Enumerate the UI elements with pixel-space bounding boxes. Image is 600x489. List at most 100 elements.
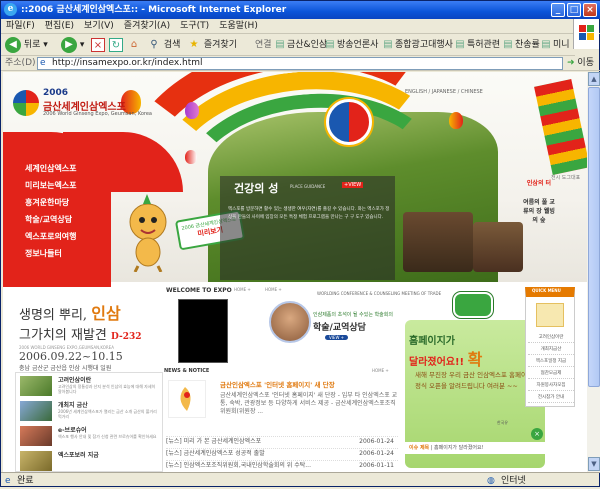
menu-help[interactable]: 도움말(H) bbox=[214, 19, 263, 34]
video-player[interactable] bbox=[178, 299, 228, 363]
nav-item-academic[interactable]: 학술/교역상담 bbox=[25, 211, 77, 228]
menu-bar: 파일(F) 편집(E) 보기(V) 즐겨찾기(A) 도구(T) 도움말(H) bbox=[1, 19, 600, 34]
refresh-button[interactable]: ↻ bbox=[109, 36, 123, 54]
promo-bar: 이슈 제목 | 홈페이지가 달라졌어요! bbox=[405, 442, 545, 454]
consult-view-button[interactable]: VIEW + bbox=[325, 335, 349, 340]
stop-button[interactable]: × bbox=[91, 36, 105, 54]
close-button[interactable]: × bbox=[583, 3, 597, 17]
dday-slogan-b: 인삼 bbox=[91, 304, 121, 323]
promo-line1: 홈페이지가 bbox=[409, 336, 455, 347]
nav-item-preview[interactable]: 미리보는엑스포 bbox=[25, 177, 77, 194]
consult-subtitle: 인삼제품의 초석이 될 수있는 학술회의 bbox=[313, 312, 393, 318]
hero-banner: 2006 금산세계인삼엑스포 2006 World Ginseng Expo, … bbox=[3, 72, 587, 295]
star-icon: ★ bbox=[189, 38, 199, 50]
link-patent[interactable]: ▤ 특허관련 bbox=[453, 36, 500, 54]
dday-slogan-c: 그가치의 재발견 bbox=[19, 328, 107, 343]
ginseng-thumbnail bbox=[20, 376, 52, 396]
news-row[interactable]: [뉴스] 금산세계인삼엑스포 성공적 출발 2006-01-24 bbox=[166, 448, 398, 458]
address-bar: 주소(D) e http://insamexpo.or.kr/index.htm… bbox=[1, 56, 600, 71]
menu-tools[interactable]: 도구(T) bbox=[175, 19, 214, 34]
go-arrow-icon: ➜ bbox=[567, 58, 575, 68]
logo-subtitle: 2006 World Ginseng Expo, Geumsan, Korea bbox=[43, 111, 152, 117]
guide-view-button[interactable]: +VIEW bbox=[342, 182, 364, 188]
welcome-home-link[interactable]: HOME + bbox=[234, 287, 251, 292]
home-button[interactable]: ⌂ bbox=[127, 36, 141, 54]
expo-logo-icon bbox=[168, 380, 206, 418]
news-row[interactable]: [뉴스] 미리 가 본 금산세계인삼엑스포 2006-01-24 bbox=[166, 436, 398, 446]
taegeuk-emblem-icon bbox=[326, 99, 372, 145]
maximize-button[interactable]: □ bbox=[567, 3, 581, 17]
link-geumsan[interactable]: ▤ 금산&인삼 bbox=[273, 36, 327, 54]
scroll-up-icon[interactable]: ▲ bbox=[588, 72, 600, 86]
ie-logo-icon: e bbox=[4, 3, 17, 16]
side-item-geumsan[interactable]: 개최지 금산 2006년 세계인삼엑스포가 열리는 금산 소개 금산의 볼거리 먹… bbox=[16, 398, 164, 422]
logo-year: 2006 bbox=[43, 88, 69, 98]
consult-title[interactable]: 학술/교역상담 bbox=[313, 320, 366, 333]
expo-thumbnail bbox=[20, 451, 52, 471]
nav-item-info[interactable]: 정보나들터 bbox=[25, 245, 77, 262]
dday-dates: 2006.09.22~10.15 bbox=[19, 350, 123, 363]
favorites-button[interactable]: ★ 즐겨찾기 bbox=[187, 36, 237, 54]
search-icon: ⚲ bbox=[150, 38, 158, 50]
side-item-brochure[interactable]: e-브로슈어 엑스포 행사 안내 및 참가 신청 관련 브로슈어를 확인하세요 bbox=[16, 423, 164, 447]
quick-item[interactable]: 협찬모금제 bbox=[528, 369, 574, 379]
close-icon[interactable]: × bbox=[531, 428, 543, 440]
promo-line2: 달라졌어요!! 확 bbox=[409, 350, 483, 369]
language-links[interactable]: ENGLISH / JAPANESE / CHINESE bbox=[405, 89, 483, 95]
refresh-icon: ↻ bbox=[109, 37, 123, 52]
quick-item[interactable]: 개최지금산 bbox=[528, 345, 574, 355]
minimize-button[interactable]: _ bbox=[551, 3, 565, 17]
quick-item[interactable]: 고려인삼이란 bbox=[528, 333, 574, 343]
page-icon: ▤ bbox=[383, 38, 393, 50]
sign-wellbeing[interactable]: 여름의 풀 교류의 장 웰빙의 숲 bbox=[521, 198, 557, 225]
back-arrow-icon: ◀ bbox=[5, 36, 21, 53]
news-feature-title: 금산인삼엑스포 '인터넷 홈페이지' 새 단장 bbox=[220, 381, 335, 389]
sign-ginseng[interactable]: 인삼의 터 bbox=[519, 179, 559, 188]
nav-item-travel[interactable]: 엑스포로의여행 bbox=[25, 228, 77, 245]
balloon-icon bbox=[185, 150, 197, 164]
link-hymn[interactable]: ▤ 찬송률 bbox=[501, 36, 540, 54]
menu-favorites[interactable]: 즐겨찾기(A) bbox=[119, 19, 175, 34]
menu-view[interactable]: 보기(V) bbox=[79, 19, 119, 34]
tv-icon bbox=[453, 292, 493, 318]
site-logo[interactable]: 2006 금산세계인삼엑스포 2006 World Ginseng Expo, … bbox=[13, 88, 152, 128]
news-row[interactable]: [뉴스] 인삼엑스포조직위원회,국내인삼학술회의 위 수탁... 2006-01-… bbox=[166, 460, 398, 470]
windows-logo-icon bbox=[573, 19, 599, 49]
scroll-down-icon[interactable]: ▼ bbox=[588, 457, 600, 471]
colorful-signpost bbox=[534, 79, 587, 175]
quick-item[interactable]: 엑스포일정 지금 bbox=[528, 357, 574, 367]
forward-button[interactable]: ▶ ▾ bbox=[61, 36, 84, 54]
promo-note: 새해 무진장 우리 금산 인삼엑스포 홈페이지 정식 오픈을 알려드립니다 여러… bbox=[415, 371, 533, 390]
nav-item-festival[interactable]: 흥겨운한마당 bbox=[25, 194, 77, 211]
search-button[interactable]: ⚲ 검색 bbox=[147, 36, 180, 54]
promo-signature: 한국유 bbox=[497, 420, 509, 425]
stop-icon: × bbox=[91, 37, 105, 52]
nav-item-world-expo[interactable]: 세계인삼엑스포 bbox=[25, 160, 77, 177]
menu-edit[interactable]: 편집(E) bbox=[40, 19, 79, 34]
address-input[interactable]: e http://insamexpo.or.kr/index.html bbox=[37, 57, 563, 70]
side-item-ginseng[interactable]: 고려인삼이란 고려인삼의 정통성과 산지 분석 인삼의 효능에 대해 자세히 알아… bbox=[16, 373, 164, 397]
links-label: 연결 bbox=[255, 40, 272, 50]
quick-item[interactable]: 자원봉사자모집 bbox=[528, 381, 574, 391]
side-item-expo-now[interactable]: 엑스포보러 지금 bbox=[16, 448, 164, 472]
page-content: 2006 금산세계인삼엑스포 2006 World Ginseng Expo, … bbox=[3, 72, 587, 472]
link-advertising[interactable]: ▤ 종합광고대행사 bbox=[381, 36, 453, 54]
brochure-thumbnail bbox=[20, 426, 52, 446]
quick-item[interactable]: 전시참가 안내 bbox=[528, 393, 574, 403]
consulting-box: HOME + WORLDING CONFERENCE & COUNSELING … bbox=[265, 287, 441, 367]
dday-panel: 생명의 뿌리, 인삼 그가치의 재발견 D-232 2006 WORLD GIN… bbox=[19, 300, 142, 372]
news-feature[interactable]: 금산인삼엑스포 '인터넷 홈페이지' 새 단장 금산세계인삼엑스포 '인터넷 홈… bbox=[164, 378, 399, 434]
page-icon: ▤ bbox=[503, 38, 513, 50]
news-home-link[interactable]: HOME + bbox=[372, 368, 389, 373]
guide-tag: PLACE GUIDANCE bbox=[290, 184, 326, 189]
balloon-icon bbox=[449, 112, 463, 129]
link-broadcast[interactable]: ▤ 방송언론사 bbox=[323, 36, 378, 54]
menu-file[interactable]: 파일(F) bbox=[1, 19, 40, 34]
go-button[interactable]: ➜ 이동 bbox=[567, 56, 594, 71]
link-minihome[interactable]: ▤미니홈 bbox=[539, 36, 575, 69]
back-button[interactable]: ◀ 뒤로 ▾ bbox=[5, 36, 48, 54]
consult-home-link[interactable]: HOME + bbox=[265, 287, 282, 292]
forward-arrow-icon: ▶ bbox=[61, 36, 77, 53]
scroll-thumb[interactable] bbox=[588, 87, 600, 387]
vertical-scrollbar[interactable]: ▲ ▼ bbox=[587, 72, 600, 472]
